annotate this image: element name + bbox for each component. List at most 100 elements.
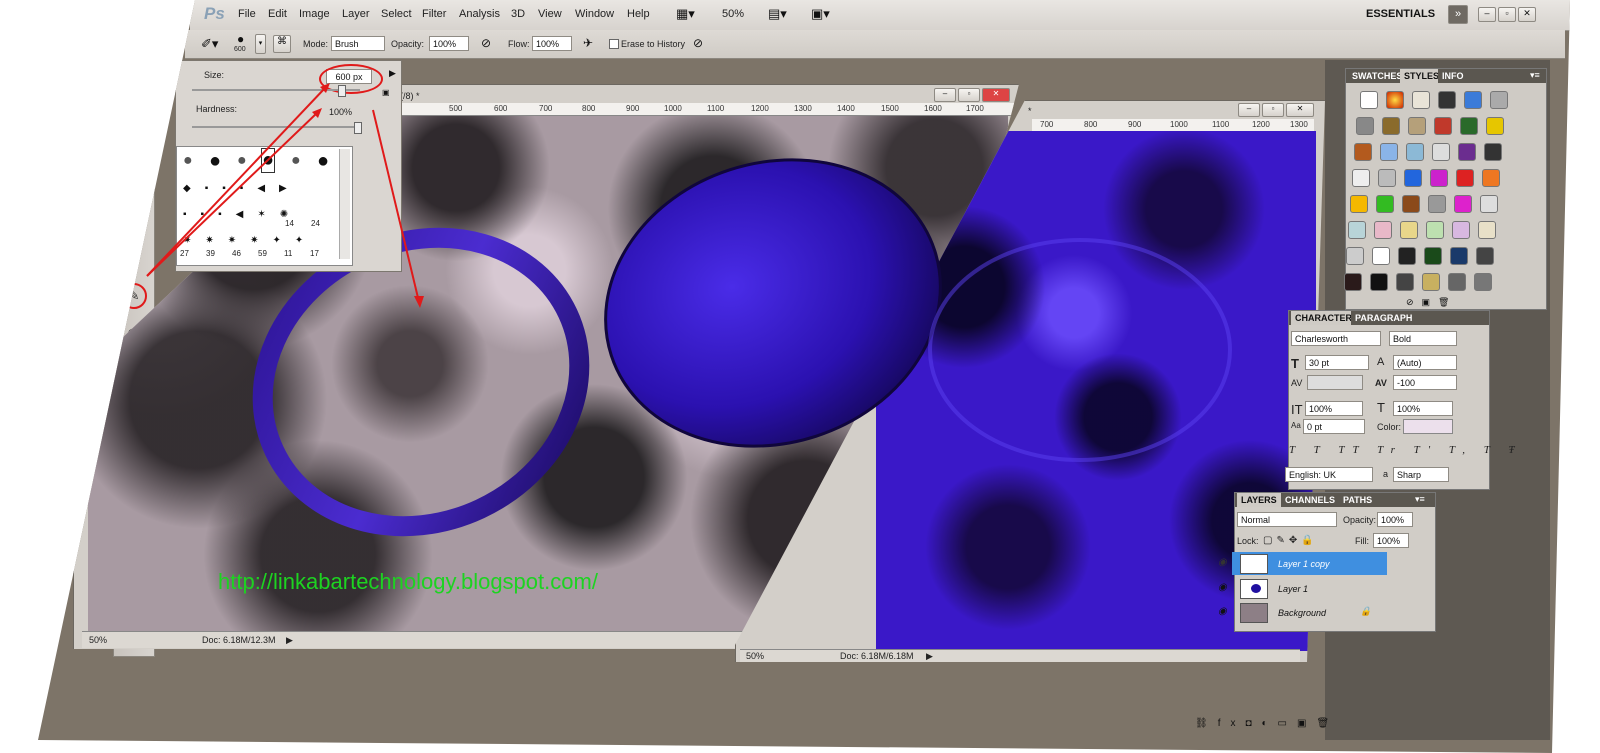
styles-footer-icons[interactable]: ⊘▣🗑 (1406, 297, 1457, 308)
style-swatch[interactable] (1424, 247, 1442, 265)
tab-swatches[interactable]: SWATCHES (1348, 69, 1407, 83)
blend-mode-select[interactable]: Normal (1237, 512, 1337, 527)
photoshop-window: Ps File Edit Image Layer Select Filter A… (38, 0, 1600, 753)
character-panel: CHARACTER PARAGRAPH Charlesworth Bold T … (1285, 310, 1514, 490)
style-swatch[interactable] (1434, 117, 1452, 135)
visibility-eye-icon[interactable]: ◉ (1218, 557, 1227, 568)
style-swatch[interactable] (1430, 169, 1448, 187)
style-swatch[interactable] (1356, 117, 1374, 135)
tracking-input[interactable]: -100 (1393, 375, 1457, 390)
horizontal-scale-input[interactable]: 100% (1393, 401, 1453, 416)
style-swatch[interactable] (1400, 221, 1418, 239)
style-swatch[interactable] (1372, 247, 1390, 265)
tab-layers[interactable]: LAYERS (1237, 493, 1281, 507)
visibility-eye-icon[interactable]: ◉ (1218, 582, 1227, 593)
font-size-input[interactable]: 30 pt (1305, 355, 1369, 370)
antialias-select[interactable]: Sharp (1393, 467, 1449, 482)
style-swatch[interactable] (1452, 221, 1470, 239)
baseline-shift-input[interactable]: 0 pt (1303, 419, 1365, 434)
language-select[interactable]: English: UK (1285, 467, 1373, 482)
antialias-icon: a (1383, 469, 1389, 479)
style-swatch[interactable] (1412, 91, 1430, 109)
style-swatch[interactable] (1428, 195, 1446, 213)
arrowhead (414, 296, 424, 308)
style-swatch[interactable] (1386, 91, 1404, 109)
fill-input[interactable]: 100% (1373, 533, 1409, 548)
style-swatch[interactable] (1458, 143, 1476, 161)
style-swatch[interactable] (1378, 169, 1396, 187)
styles-panel: SWATCHES STYLES INFO ▾≡ ⊘▣🗑 (1344, 68, 1547, 310)
style-swatch[interactable] (1398, 247, 1416, 265)
style-swatch[interactable] (1460, 117, 1478, 135)
style-swatch[interactable] (1422, 273, 1440, 291)
tab-character[interactable]: CHARACTER (1291, 311, 1356, 325)
style-swatch[interactable] (1352, 169, 1370, 187)
style-swatch[interactable] (1404, 169, 1422, 187)
kerning-input[interactable] (1307, 375, 1363, 390)
font-style-select[interactable]: Bold (1389, 331, 1457, 346)
panel-menu-icon[interactable]: ▾≡ (1530, 70, 1540, 81)
style-swatch[interactable] (1370, 273, 1388, 291)
leading-input[interactable]: (Auto) (1393, 355, 1457, 370)
style-swatch[interactable] (1360, 91, 1378, 109)
tab-paths[interactable]: PATHS (1339, 493, 1377, 507)
style-swatch[interactable] (1484, 143, 1502, 161)
style-swatch[interactable] (1456, 169, 1474, 187)
style-swatch[interactable] (1464, 91, 1482, 109)
style-swatch[interactable] (1344, 273, 1362, 291)
layer-opacity-input[interactable]: 100% (1377, 512, 1413, 527)
layer-row-layer-1[interactable]: ◉ Layer 1 (1218, 577, 1387, 600)
text-color-swatch[interactable] (1403, 419, 1453, 434)
arrow-to-canvas (372, 109, 420, 303)
style-swatch[interactable] (1406, 143, 1424, 161)
layer-row-background[interactable]: ◉ Background 🔒 (1218, 601, 1387, 624)
leading-icon: A (1377, 356, 1385, 368)
style-swatch[interactable] (1348, 221, 1366, 239)
style-swatch[interactable] (1480, 195, 1498, 213)
style-swatch[interactable] (1396, 273, 1414, 291)
layers-footer-icons[interactable]: ⛓fx◘◐▭▣🗑 (1195, 718, 1339, 729)
tab-paragraph[interactable]: PARAGRAPH (1351, 311, 1417, 325)
arrow-to-size (146, 87, 326, 277)
style-swatch[interactable] (1454, 195, 1472, 213)
style-swatch[interactable] (1448, 273, 1466, 291)
styles-grid[interactable] (1344, 87, 1536, 295)
style-swatch[interactable] (1432, 143, 1450, 161)
style-swatch[interactable] (1376, 195, 1394, 213)
style-swatch[interactable] (1402, 195, 1420, 213)
lock-label: Lock: (1237, 536, 1259, 546)
style-swatch[interactable] (1354, 143, 1372, 161)
style-swatch[interactable] (1482, 169, 1500, 187)
font-family-select[interactable]: Charlesworth (1291, 331, 1381, 346)
style-swatch[interactable] (1438, 91, 1456, 109)
visibility-eye-icon[interactable]: ◉ (1218, 606, 1227, 617)
style-swatch[interactable] (1350, 195, 1368, 213)
style-swatch[interactable] (1346, 247, 1364, 265)
layer-name: Layer 1 (1278, 584, 1309, 594)
style-swatch[interactable] (1374, 221, 1392, 239)
tab-info[interactable]: INFO (1438, 69, 1468, 83)
tab-styles[interactable]: STYLES (1400, 69, 1444, 83)
layer-row-layer-1-copy[interactable]: ◉ Layer 1 copy (1218, 552, 1387, 575)
style-swatch[interactable] (1408, 117, 1426, 135)
layer-name: Layer 1 copy (1278, 559, 1330, 569)
kerning-icon: AV (1291, 378, 1303, 388)
tracking-icon: AV (1375, 378, 1387, 388)
baseline-shift-icon: Aa (1291, 421, 1301, 430)
style-swatch[interactable] (1426, 221, 1444, 239)
style-swatch[interactable] (1450, 247, 1468, 265)
vertical-scale-input[interactable]: 100% (1305, 401, 1363, 416)
style-swatch[interactable] (1476, 247, 1494, 265)
vertical-scale-icon: IT (1291, 402, 1303, 417)
layers-menu-icon[interactable]: ▾≡ (1415, 494, 1425, 505)
style-swatch[interactable] (1478, 221, 1496, 239)
style-swatch[interactable] (1380, 143, 1398, 161)
style-swatch[interactable] (1382, 117, 1400, 135)
type-style-buttons[interactable]: T T TT Tr T' T, T Ŧ (1289, 444, 1522, 456)
lock-icon: 🔒 (1360, 606, 1372, 616)
style-swatch[interactable] (1490, 91, 1508, 109)
style-swatch[interactable] (1474, 273, 1492, 291)
style-swatch[interactable] (1486, 117, 1504, 135)
tab-channels[interactable]: CHANNELS (1281, 493, 1340, 507)
lock-icons[interactable]: ▢✎✥🔒 (1263, 535, 1318, 546)
